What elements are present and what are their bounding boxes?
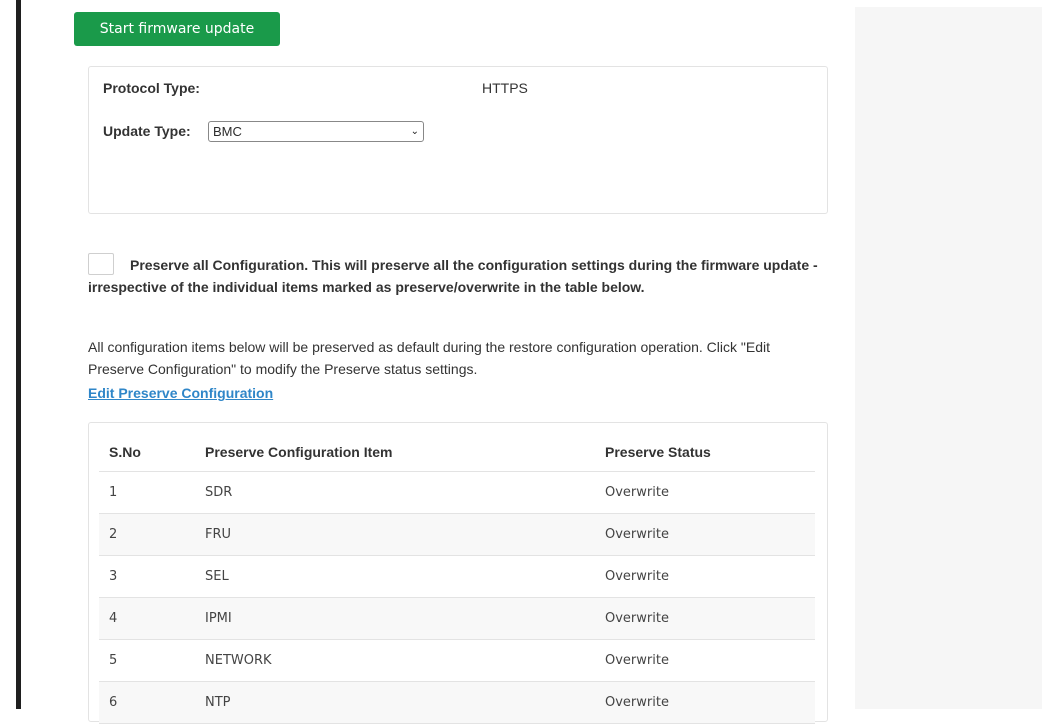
- row-status: Overwrite: [595, 597, 815, 640]
- row-status: Overwrite: [595, 681, 815, 724]
- preserve-info-text: All configuration items below will be pr…: [88, 339, 770, 377]
- chevron-down-icon: ⌄: [410, 126, 419, 137]
- row-status: Overwrite: [595, 471, 815, 514]
- protocol-type-label: Protocol Type:: [103, 80, 200, 96]
- row-sno: 5: [99, 639, 195, 682]
- protocol-type-value: HTTPS: [482, 80, 528, 96]
- row-item: IPMI: [195, 597, 595, 640]
- row-sno: 6: [99, 681, 195, 724]
- header-preserve-status: Preserve Status: [595, 433, 815, 472]
- protocol-card: Protocol Type: HTTPS Update Type: BMC ⌄: [88, 66, 828, 214]
- right-side-panel: [855, 7, 1042, 709]
- start-firmware-update-button[interactable]: Start firmware update: [74, 12, 280, 46]
- table-row: 2 FRU Overwrite: [99, 513, 815, 556]
- row-status: Overwrite: [595, 639, 815, 682]
- table-row: 6 NTP Overwrite: [99, 681, 815, 724]
- row-sno: 3: [99, 555, 195, 598]
- row-item: SDR: [195, 471, 595, 514]
- row-status: Overwrite: [595, 513, 815, 556]
- row-sno: 2: [99, 513, 195, 556]
- update-type-label: Update Type:: [103, 123, 191, 139]
- row-sno: 4: [99, 597, 195, 640]
- preserve-all-label: Preserve all Configuration. This will pr…: [88, 257, 818, 295]
- preserve-config-table: S.No Preserve Configuration Item Preserv…: [99, 433, 815, 724]
- update-type-selected-value: BMC: [213, 124, 242, 139]
- table-row: 3 SEL Overwrite: [99, 555, 815, 598]
- left-border-bar: [16, 0, 21, 709]
- table-row: 1 SDR Overwrite: [99, 471, 815, 514]
- table-header-row: S.No Preserve Configuration Item Preserv…: [99, 433, 815, 472]
- row-sno: 1: [99, 471, 195, 514]
- row-item: NTP: [195, 681, 595, 724]
- header-config-item: Preserve Configuration Item: [195, 433, 595, 472]
- row-item: SEL: [195, 555, 595, 598]
- edit-preserve-configuration-link[interactable]: Edit Preserve Configuration: [88, 385, 273, 401]
- row-status: Overwrite: [595, 555, 815, 598]
- update-type-select[interactable]: BMC ⌄: [208, 121, 424, 142]
- table-row: 4 IPMI Overwrite: [99, 597, 815, 640]
- header-sno: S.No: [99, 433, 195, 472]
- preserve-config-table-card: S.No Preserve Configuration Item Preserv…: [88, 422, 828, 724]
- row-item: FRU: [195, 513, 595, 556]
- row-item: NETWORK: [195, 639, 595, 682]
- table-row: 5 NETWORK Overwrite: [99, 639, 815, 682]
